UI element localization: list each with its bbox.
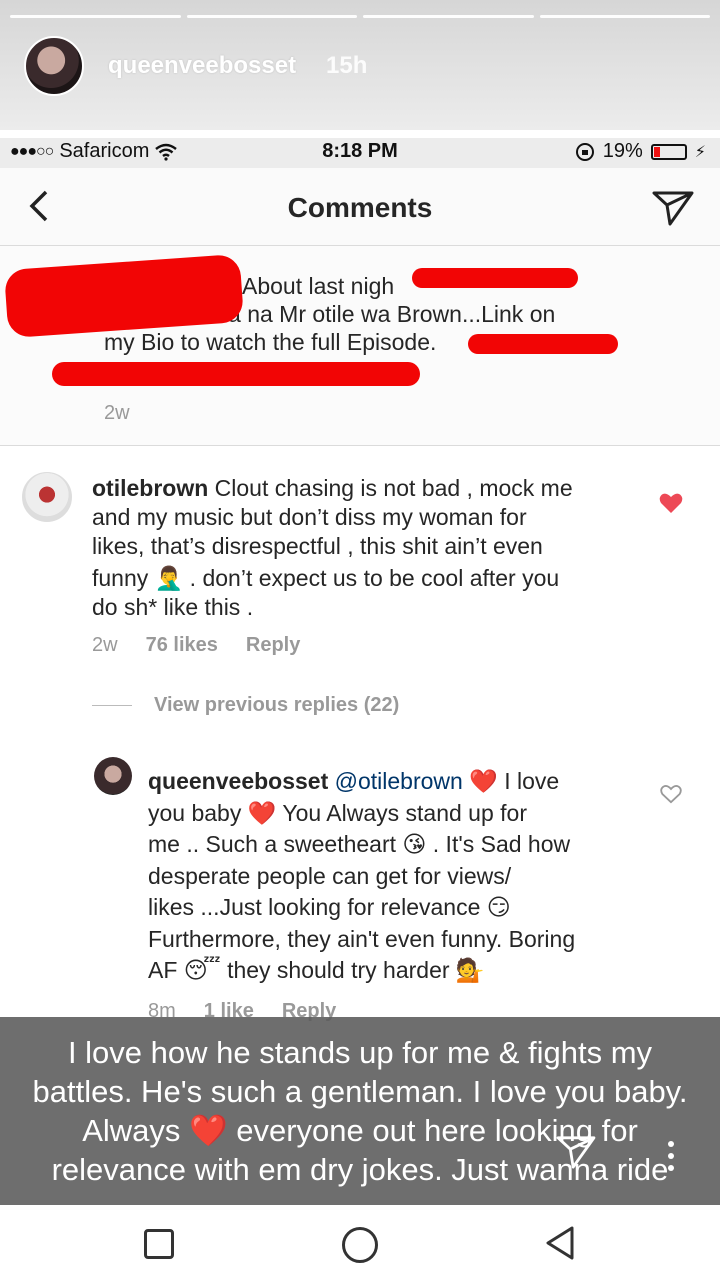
comment-time: 2w xyxy=(92,634,118,656)
overlay-line: Always ❤️ everyone out here looking for xyxy=(82,1113,638,1148)
progress-segment xyxy=(10,15,181,18)
comment-meta: 2w 76 likes Reply xyxy=(92,634,300,657)
overlay-line: battles. He's such a gentleman. I love y… xyxy=(32,1074,688,1109)
battery-percent: 19% xyxy=(602,140,643,162)
reply-line: me .. Such a sweetheart 😘 . It's Sad how xyxy=(148,831,571,857)
reply-line: you baby ❤️ You Always stand up for xyxy=(148,799,527,826)
rotation-lock-icon xyxy=(575,142,594,161)
reply-text: queenveebosset @otilebrown ❤️ I love you… xyxy=(148,766,638,987)
story-avatar[interactable] xyxy=(24,36,84,96)
redaction-mark xyxy=(412,268,578,288)
overlay-line: I love how he stands up for me & fights … xyxy=(67,1035,653,1070)
progress-segment xyxy=(186,15,357,18)
redaction-mark xyxy=(52,362,420,386)
heart-filled-icon[interactable] xyxy=(659,490,683,521)
comment-line: Clout chasing is not bad , mock me xyxy=(208,475,573,501)
reply-line: desperate people can get for views/ xyxy=(148,862,512,889)
reply-line: AF 😴 they should try harder 💁 xyxy=(148,957,485,983)
reply-username[interactable]: queenveebosset xyxy=(148,768,328,794)
reply-line: Furthermore, they ain't even funny. Bori… xyxy=(148,925,576,952)
comment-text: otilebrown Clout chasing is not bad , mo… xyxy=(92,474,652,622)
comment-likes[interactable]: 76 likes xyxy=(146,634,218,657)
progress-segment xyxy=(363,15,534,18)
story-progress xyxy=(10,15,710,18)
caption-time: 2w xyxy=(104,402,130,424)
comment-line: likes, that’s disrespectful , this shit … xyxy=(92,533,543,559)
overlay-text: I love how he stands up for me & fights … xyxy=(0,1033,720,1189)
view-previous-replies[interactable]: View previous replies (22) xyxy=(92,694,399,717)
redaction-mark xyxy=(468,334,618,354)
charging-icon: ⚡ xyxy=(694,143,706,161)
reply-line: ❤️ I love xyxy=(462,768,560,794)
story-text-overlay: I love how he stands up for me & fights … xyxy=(0,1017,720,1207)
paper-plane-icon[interactable] xyxy=(556,1135,596,1174)
comment-line: and my music but don’t diss my woman for xyxy=(92,504,527,530)
progress-segment xyxy=(539,15,710,18)
reply-button[interactable]: Reply xyxy=(246,634,300,657)
comments-header: Comments xyxy=(0,168,720,246)
avatar[interactable] xyxy=(94,757,132,795)
paper-plane-icon xyxy=(652,191,694,226)
reply-line: likes ...Just looking for relevance 😏 xyxy=(148,894,511,920)
story-username[interactable]: queenveebosset xyxy=(108,52,296,80)
post-caption: About last nigh Show Tulikua na Mr otile… xyxy=(0,246,720,446)
heart-outline-icon[interactable] xyxy=(660,780,682,811)
system-back-button[interactable] xyxy=(544,1225,576,1266)
recent-apps-button[interactable] xyxy=(144,1229,174,1259)
avatar[interactable] xyxy=(22,472,72,522)
more-options-icon[interactable] xyxy=(668,1141,676,1171)
comment-line: funny 🤦‍♂️ . don’t expect us to be cool … xyxy=(92,565,560,591)
triangle-back-icon xyxy=(546,1226,574,1260)
page-title: Comments xyxy=(287,192,433,223)
comment-username[interactable]: otilebrown xyxy=(92,475,208,501)
story-header: queenveebosset 15h xyxy=(0,0,720,130)
mention-link[interactable]: @otilebrown xyxy=(335,768,463,794)
battery-icon xyxy=(650,143,687,160)
view-previous-label: View previous replies (22) xyxy=(154,694,400,716)
comment-line: do sh* like this . xyxy=(92,594,254,620)
story-time: 15h xyxy=(326,52,368,79)
status-bar: ●●●○○ Safaricom 8:18 PM 19% ⚡ xyxy=(0,138,720,168)
divider xyxy=(92,705,132,706)
overlay-line: relevance with em dry jokes. Just wanna … xyxy=(51,1152,669,1187)
system-nav-bar xyxy=(0,1205,720,1280)
home-button[interactable] xyxy=(342,1227,378,1263)
share-button[interactable] xyxy=(652,190,694,231)
